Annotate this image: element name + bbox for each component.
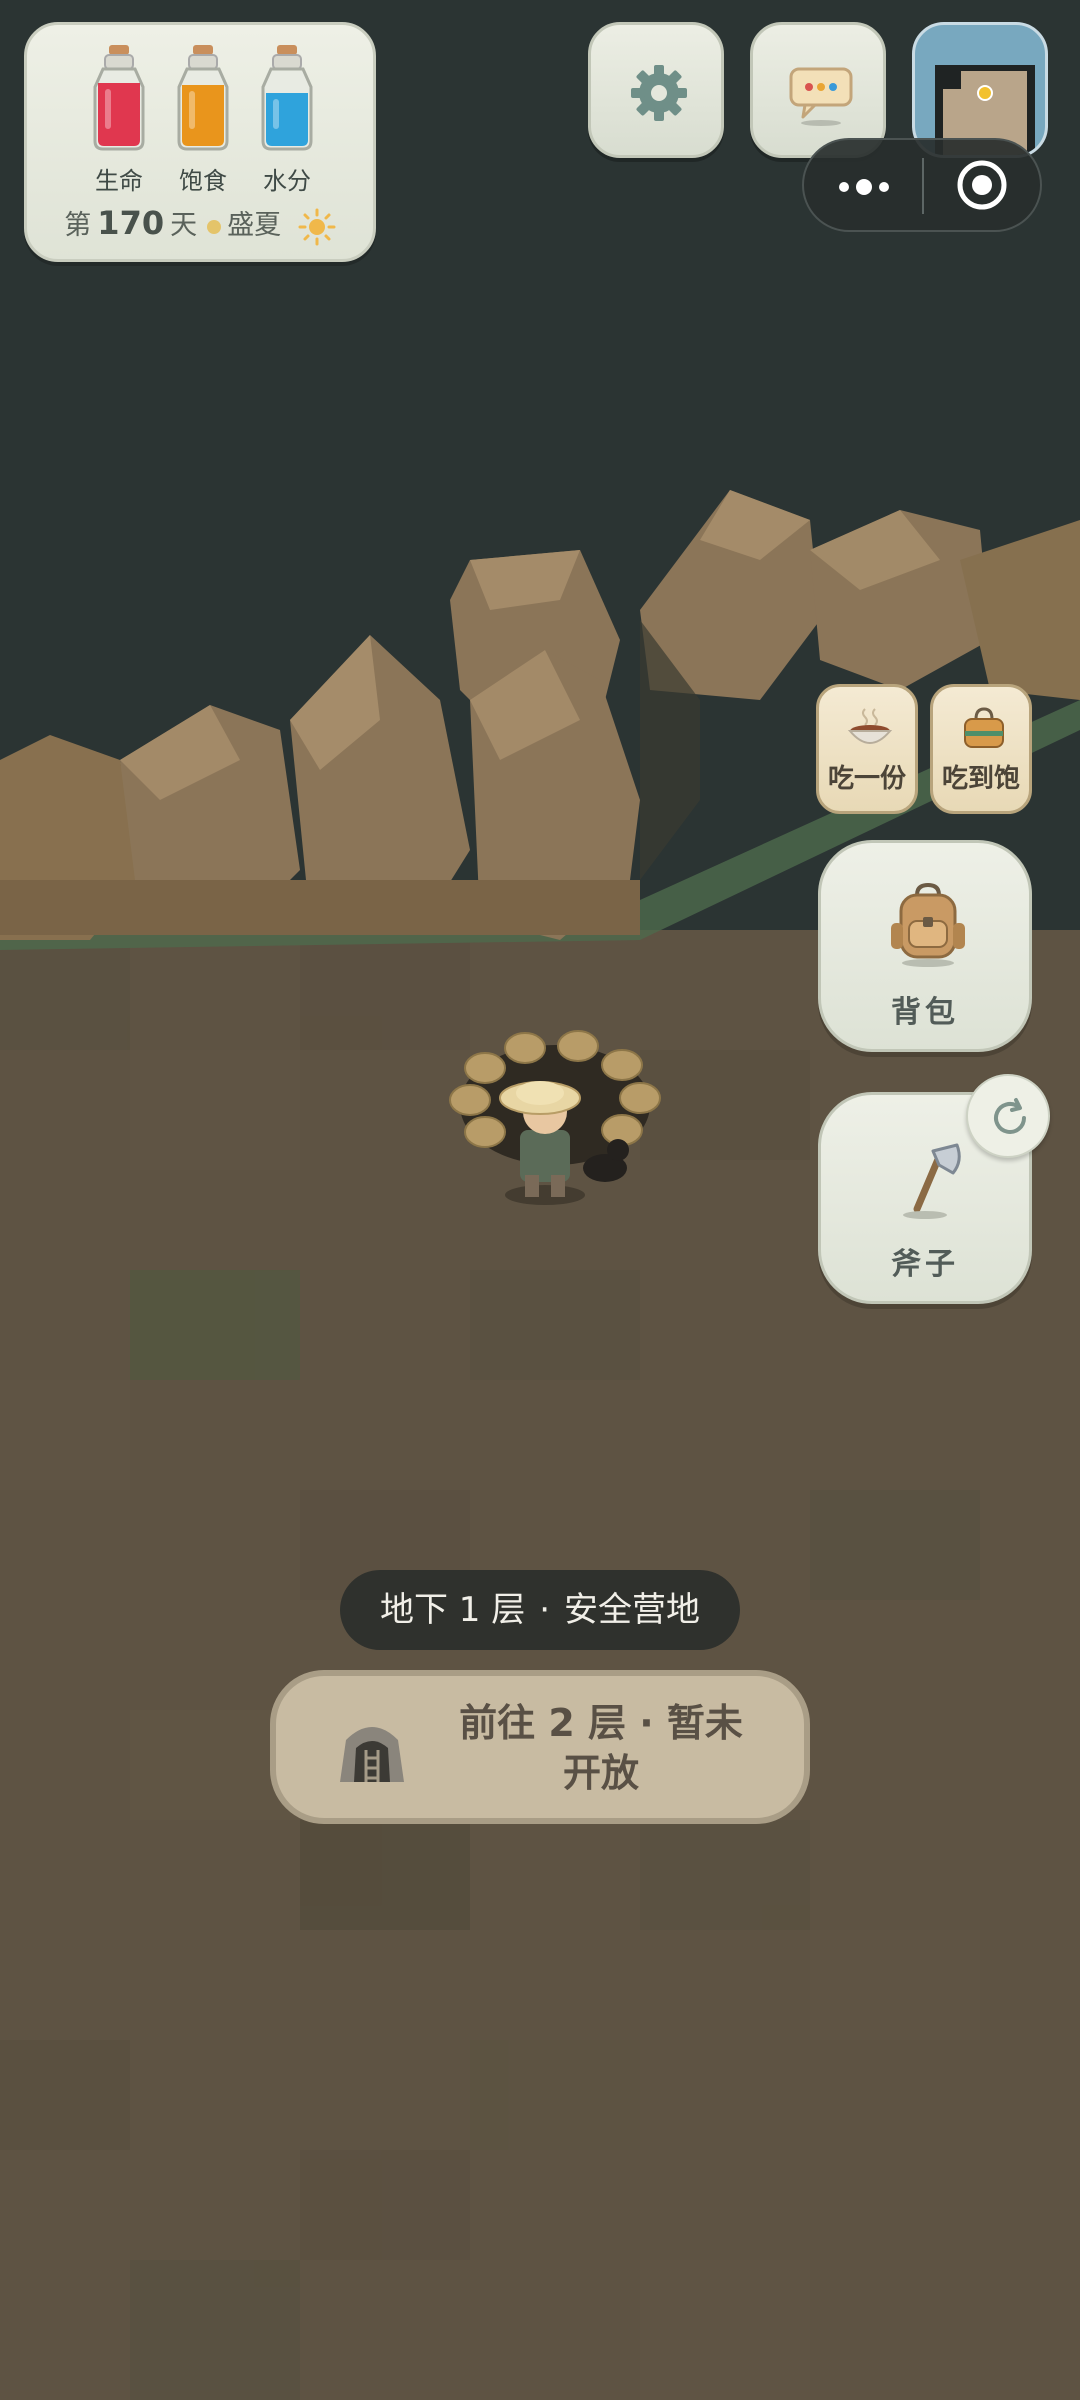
switch-tool-button[interactable] xyxy=(966,1074,1050,1158)
day-season-line: 第 170 天盛夏 xyxy=(27,203,373,246)
water-label: 水分 xyxy=(263,167,311,195)
location-separator: · xyxy=(539,1590,551,1630)
capsule-divider xyxy=(922,158,924,214)
refresh-icon xyxy=(994,1098,1026,1134)
day-number: 170 xyxy=(97,204,165,242)
gear-icon xyxy=(631,65,687,121)
cave-ladder-icon xyxy=(340,1727,404,1782)
water-meter: 水分 xyxy=(237,43,337,196)
axe-icon xyxy=(903,1143,961,1219)
separator-dot-icon xyxy=(207,219,222,234)
next-floor-line2: 开放 xyxy=(562,1751,639,1795)
next-floor-text: 前往 2 层 · 暂未 开放 xyxy=(436,1698,766,1798)
axe-label: 斧子 xyxy=(891,1247,959,1282)
eat-full-label: 吃到饱 xyxy=(941,764,1020,794)
sun-icon xyxy=(298,208,336,245)
bowl-icon xyxy=(847,708,893,744)
hunger-bottle-icon xyxy=(177,45,229,151)
day-prefix: 第 xyxy=(64,210,92,241)
location-label: 地下 1 层 · 安全营地 xyxy=(340,1570,740,1650)
settings-button[interactable] xyxy=(588,22,724,158)
backpack-label: 背包 xyxy=(891,995,959,1030)
health-bottle-icon xyxy=(93,45,145,151)
lunchbox-icon xyxy=(964,707,1004,748)
eat-one-button[interactable]: 吃一份 xyxy=(816,684,918,814)
more-options-icon[interactable] xyxy=(826,167,906,207)
floor-label: 地下 1 层 xyxy=(379,1590,526,1630)
chat-bubble-icon xyxy=(789,67,853,126)
eat-full-button[interactable]: 吃到饱 xyxy=(930,684,1032,814)
water-bottle-icon xyxy=(261,45,313,151)
day-suffix: 天 xyxy=(170,210,198,241)
close-miniprogram-icon[interactable] xyxy=(954,157,1010,213)
next-floor-button[interactable]: 前往 2 层 · 暂未 开放 xyxy=(270,1670,810,1824)
status-panel: 生命 饱食 水分 第 170 天盛夏 xyxy=(24,22,376,262)
season-label: 盛夏 xyxy=(227,210,282,241)
backpack-icon xyxy=(891,882,965,967)
place-label: 安全营地 xyxy=(564,1590,701,1630)
next-floor-line1: 前往 2 层 · 暂未 xyxy=(459,1701,743,1745)
eat-one-label: 吃一份 xyxy=(827,764,906,794)
backpack-button[interactable]: 背包 xyxy=(818,840,1032,1052)
miniprogram-capsule xyxy=(802,138,1042,232)
